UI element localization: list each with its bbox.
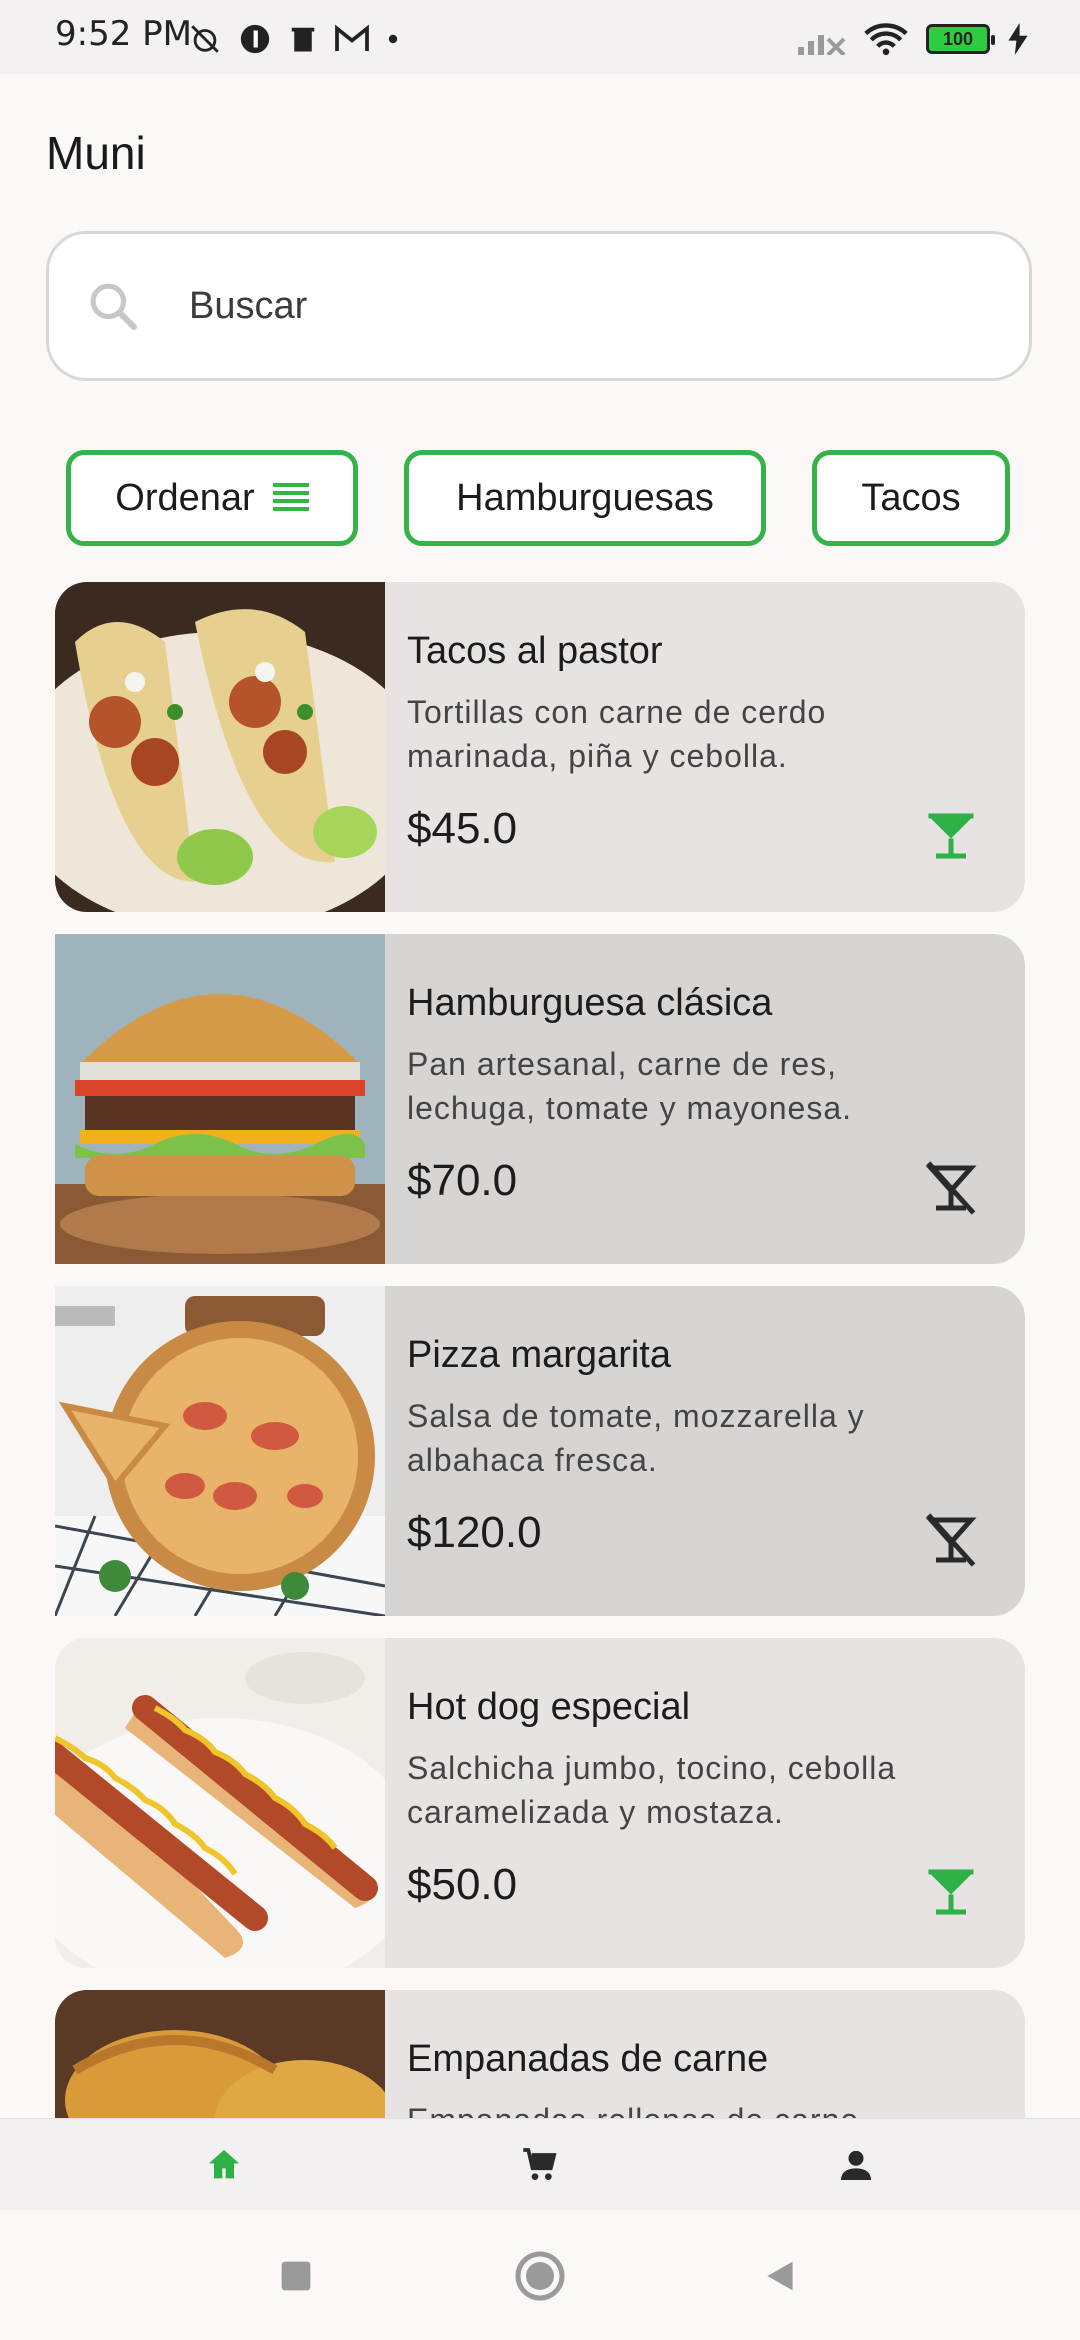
recent-apps-icon[interactable] [278, 2258, 314, 2294]
notification-icons [188, 22, 400, 56]
search-bar[interactable] [46, 231, 1032, 381]
signal-icon [798, 35, 846, 55]
search-input[interactable] [187, 283, 951, 329]
product-image-tacos [55, 582, 430, 912]
more-notifications-icon [388, 34, 398, 44]
no-drink-icon[interactable] [921, 1510, 981, 1570]
search-icon [90, 283, 138, 331]
cart-icon [523, 2148, 557, 2180]
product-description: Pan artesanal, carne de res, lechuga, tom… [407, 1046, 853, 1126]
product-card[interactable]: Tacos al pastor Tortillas con carne de c… [55, 582, 1025, 912]
profile-icon [841, 2150, 871, 2180]
product-description: Salchicha jumbo, tocino, cebolla carameli… [407, 1750, 897, 1830]
product-card[interactable]: Pizza margarita Salsa de tomate, mozzare… [55, 1286, 1025, 1616]
home-system-icon[interactable] [514, 2250, 566, 2302]
filter-chip-tacos[interactable]: Tacos [812, 450, 1010, 546]
battery-level: 100 [942, 28, 974, 49]
gmail-icon [335, 24, 369, 51]
no-drink-icon[interactable] [921, 1158, 981, 1218]
product-image-hot-dog [55, 1638, 420, 1968]
product-name: Pizza margarita [407, 1334, 671, 1376]
app-title: Muni [46, 127, 146, 179]
charging-icon [1008, 23, 1028, 55]
product-name: Hamburguesa clásica [407, 982, 773, 1024]
cocktail-icon[interactable] [921, 806, 981, 866]
product-description: Empanadas rellenas de carne [407, 2098, 987, 2118]
filter-chip-label: Hamburguesas [456, 476, 714, 519]
app-notification-icon [240, 24, 270, 54]
product-description: Tortillas con carne de cerdo marinada, pi… [407, 694, 827, 774]
product-card[interactable]: Empanadas de carne Empanadas rellenas de… [55, 1990, 1025, 2118]
product-price: $120.0 [407, 1508, 542, 1557]
product-name: Empanadas de carne [407, 2038, 769, 2080]
cocktail-icon[interactable] [921, 1862, 981, 1922]
system-navigation-bar [0, 2210, 1080, 2340]
sort-list-icon [272, 483, 309, 511]
alarm-off-icon [191, 25, 219, 53]
product-price: $70.0 [407, 1156, 518, 1205]
product-name: Hot dog especial [407, 1686, 691, 1728]
back-icon[interactable] [762, 2258, 798, 2294]
product-name: Tacos al pastor [407, 630, 663, 672]
product-image-pizza [55, 1286, 386, 1616]
product-description: Salsa de tomate, mozzarella y albahaca fr… [407, 1398, 865, 1478]
product-card[interactable]: Hot dog especial Salchicha jumbo, tocino… [55, 1638, 1025, 1968]
filter-chip-label: Tacos [861, 476, 961, 519]
product-card[interactable]: Hamburguesa clásica Pan artesanal, carne… [55, 934, 1025, 1264]
bottom-navigation [0, 2118, 1080, 2211]
product-list[interactable]: Tacos al pastor Tortillas con carne de c… [55, 582, 1025, 2118]
product-image-hamburguesa [55, 934, 385, 1264]
product-price: $50.0 [407, 1860, 518, 1909]
wifi-icon [864, 23, 908, 56]
sort-label: Ordenar [115, 476, 255, 519]
sort-button[interactable]: Ordenar [66, 450, 358, 546]
product-price: $45.0 [407, 804, 518, 853]
trash-icon [291, 27, 315, 52]
nav-home-button[interactable] [194, 2135, 254, 2195]
battery-icon: 100 [926, 24, 995, 54]
nav-cart-button[interactable] [510, 2135, 570, 2195]
status-bar: 9:52 PM 100 [0, 0, 1080, 74]
home-icon [209, 2150, 239, 2179]
filter-chip-hamburguesas[interactable]: Hamburguesas [404, 450, 766, 546]
product-image-empanadas [55, 1990, 395, 2118]
system-status-icons: 100 [798, 22, 1028, 56]
status-time: 9:52 PM [55, 14, 192, 54]
nav-profile-button[interactable] [826, 2135, 886, 2195]
